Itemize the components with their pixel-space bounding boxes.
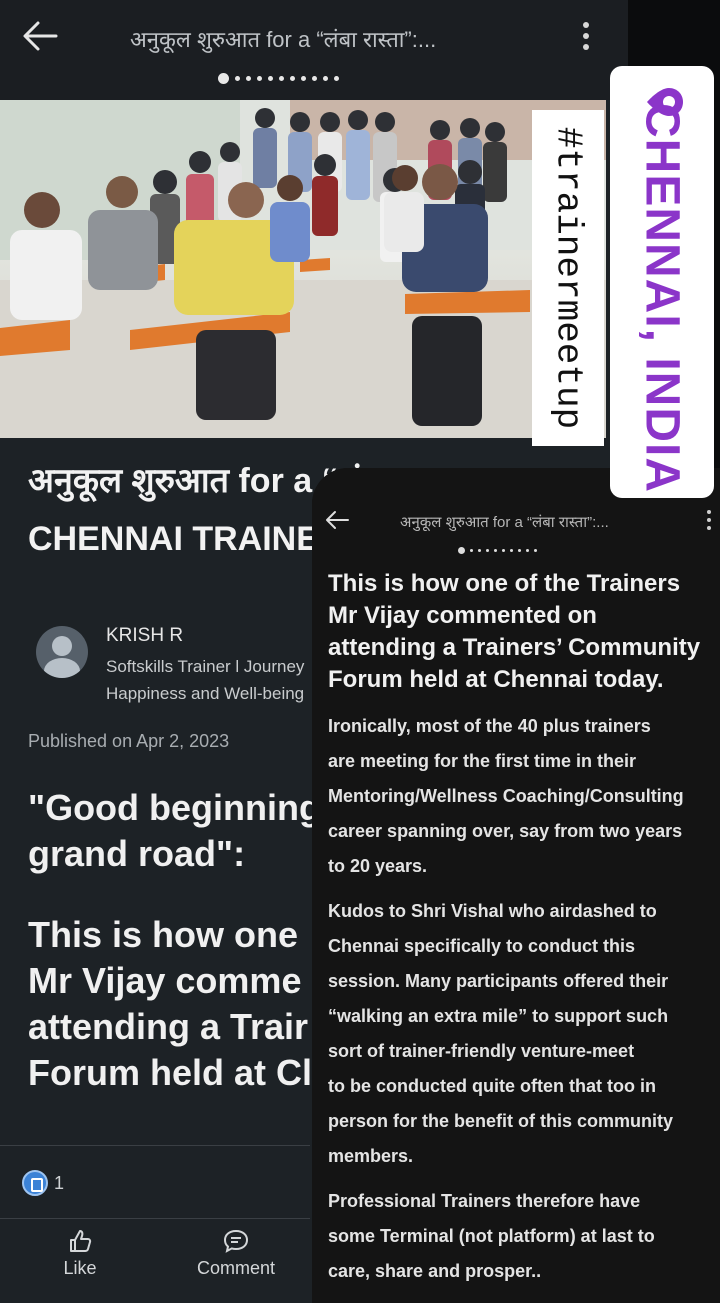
paragraph-line: members. [328, 1146, 414, 1166]
body-line4: Forum held at Cl [28, 1052, 313, 1093]
author-avatar[interactable] [36, 626, 88, 678]
paragraph-line: to be conducted quite often that too in [328, 1076, 656, 1096]
body-line2: Mr Vijay comme [28, 960, 302, 1001]
comment-bubble-icon [223, 1229, 249, 1253]
author-headline-line1: Softskills Trainer l Journey [106, 657, 305, 676]
divider [0, 1145, 310, 1146]
group-photo[interactable] [0, 100, 606, 438]
author-name[interactable]: KRISH R [106, 625, 183, 647]
overlay-paragraph-2: Kudos to Shri Vishal who airdashed to Ch… [328, 894, 718, 1174]
comment-label: Comment [196, 1258, 276, 1278]
paragraph-line: are meeting for the first time in their [328, 751, 637, 771]
paragraph-line: career spanning over, say from two years [328, 821, 683, 841]
body-line1: This is how one [28, 914, 299, 955]
image-pager-dots[interactable] [218, 73, 339, 84]
paragraph-line: Mentoring/Wellness Coaching/Consulting [328, 786, 684, 806]
lead-line1: This is how one of the Trainers [328, 570, 681, 597]
location-text[interactable]: CHENNAI, INDIA [635, 103, 690, 493]
comment-button[interactable]: Comment [186, 1228, 286, 1279]
back-arrow-icon[interactable] [324, 508, 350, 532]
group-photo-image [0, 100, 606, 438]
like-button[interactable]: Like [52, 1228, 108, 1279]
paragraph-line: Chennai specifically to conduct this [328, 936, 636, 956]
author-headline: Softskills Trainer l Journey Happiness a… [106, 653, 316, 707]
paragraph-line: session. Many participants offered their [328, 971, 669, 991]
overlay-topbar-title: अनुकूल शुरुआत for a “लंबा रास्ता”:... [400, 514, 609, 531]
paragraph-line: Professional Trainers therefore have [328, 1191, 641, 1211]
paragraph-line: person for the benefit of this community [328, 1111, 674, 1131]
kebab-menu-icon[interactable] [578, 18, 594, 58]
overlay-article-screenshot: अनुकूल शुरुआत for a “लंबा रास्ता”:... Th… [312, 468, 720, 1303]
back-arrow-icon[interactable] [20, 18, 60, 54]
article-body-text: This is how one Mr Vijay comme attending… [28, 912, 318, 1096]
paragraph-line: sort of trainer-friendly venture-meet [328, 1041, 635, 1061]
quote-line2: grand road": [28, 833, 246, 874]
overlay-paragraph-1: Ironically, most of the 40 plus trainers… [328, 709, 718, 884]
body-line3: attending a Trair [28, 1006, 309, 1047]
published-date: Published on Apr 2, 2023 [28, 731, 230, 751]
quote-line1: "Good beginning [28, 787, 318, 828]
overlay-paragraph-3: Professional Trainers therefore have som… [328, 1184, 718, 1289]
paragraph-line: to 20 years. [328, 856, 428, 876]
reaction-count[interactable]: 1 [54, 1173, 64, 1194]
lead-line2: Mr Vijay commented on [328, 602, 597, 629]
paragraph-line: Kudos to Shri Vishal who airdashed to [328, 901, 657, 921]
article-topbar-title: अनुकूल शुरुआत for a “लंबा रास्ता”:... [130, 27, 437, 52]
article-quote: "Good beginning grand road": [28, 785, 318, 877]
paragraph-line: Ironically, most of the 40 plus trainers [328, 716, 651, 736]
lead-line4: Forum held at Chennai today. [328, 666, 664, 693]
overlay-lead-text: This is how one of the Trainers Mr Vijay… [328, 568, 720, 696]
divider [0, 1218, 310, 1219]
like-label: Like [63, 1258, 97, 1278]
hashtag-text[interactable]: #trainermeetup [548, 127, 589, 429]
paragraph-line: care, share and prosper.. [328, 1261, 542, 1281]
like-reaction-icon[interactable] [22, 1170, 48, 1196]
author-headline-line2: Happiness and Well-being [106, 684, 305, 703]
lead-line3: attending a Trainers’ Community [328, 634, 701, 661]
paragraph-line: some Terminal (not platform) at last to [328, 1226, 655, 1246]
image-pager-dots[interactable] [458, 547, 537, 554]
paragraph-line: “walking an extra mile” to support such [328, 1006, 669, 1026]
article-topbar: अनुकूल शुरुआत for a “लंबा रास्ता”:... [0, 0, 628, 100]
kebab-menu-icon[interactable] [706, 510, 712, 534]
thumbs-up-icon [70, 1230, 92, 1252]
